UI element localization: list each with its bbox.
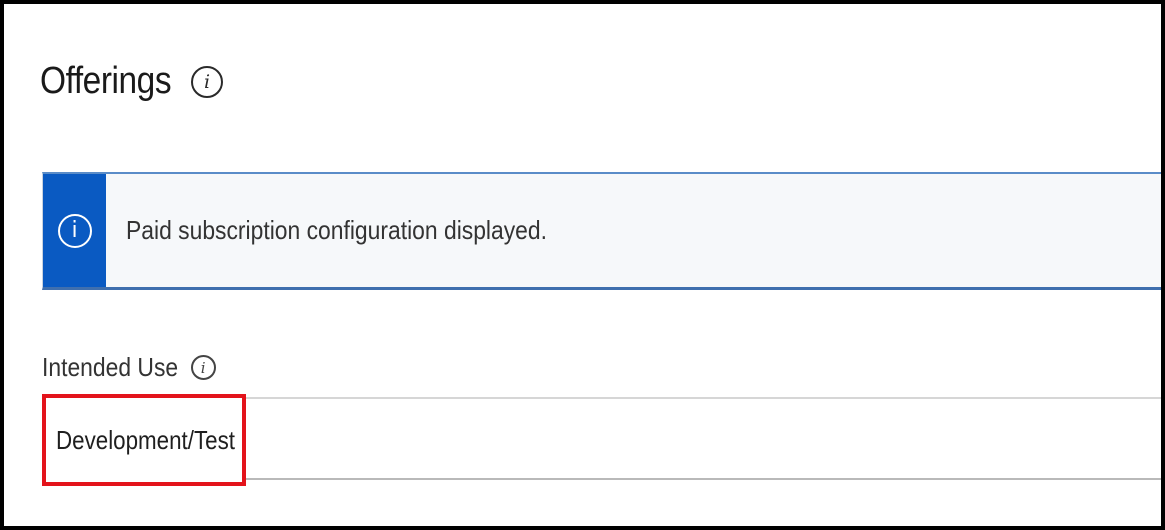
page-header: Offerings i [40, 60, 223, 103]
intended-use-value-highlight[interactable]: Development/Test [42, 394, 246, 486]
intended-use-label-row: Intended Use i [42, 352, 216, 383]
offerings-info-icon[interactable]: i [190, 65, 223, 98]
field-divider-top [240, 397, 1161, 399]
intended-use-info-icon[interactable]: i [190, 355, 216, 380]
info-banner: i Paid subscription configuration displa… [42, 172, 1161, 290]
field-divider-bottom [240, 478, 1161, 480]
screenshot-frame: Offerings i i Paid subscription configur… [0, 0, 1165, 530]
intended-use-label: Intended Use [42, 352, 179, 382]
info-icon: i [57, 213, 92, 248]
page-title: Offerings [40, 60, 172, 102]
intended-use-value: Development/Test [56, 424, 235, 455]
banner-icon-stripe: i [43, 174, 106, 287]
banner-message: Paid subscription configuration displaye… [126, 215, 547, 245]
